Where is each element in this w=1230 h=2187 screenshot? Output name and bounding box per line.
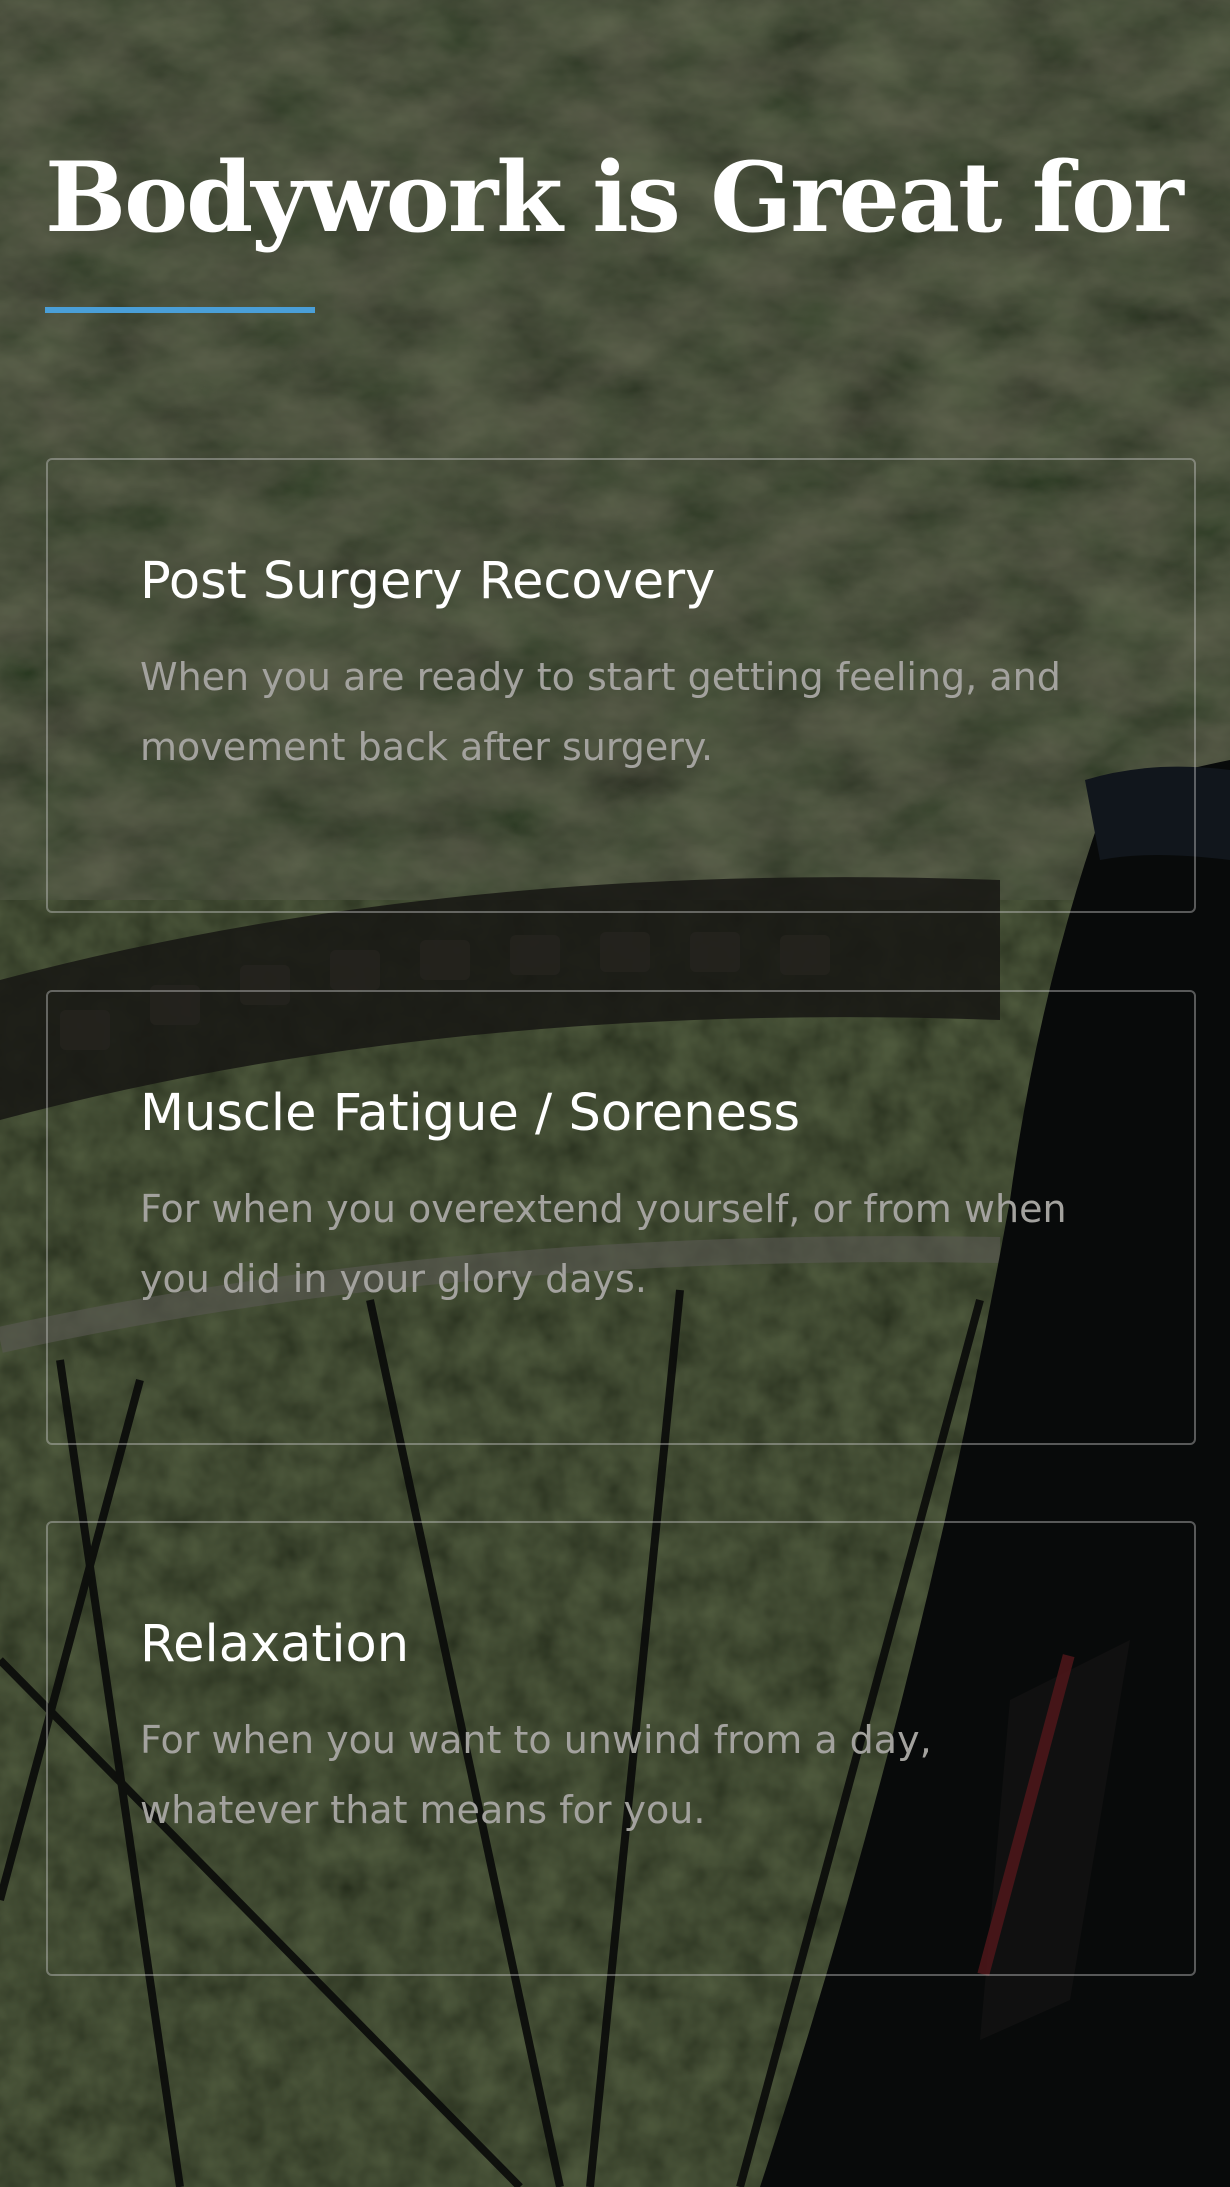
benefit-card-title: Relaxation (140, 1615, 410, 1674)
benefit-card-relaxation: Relaxation For when you want to unwind f… (46, 1521, 1196, 1976)
section-title: Bodywork is Great for (45, 141, 1184, 254)
benefit-card-description: For when you overextend yourself, or fro… (140, 1187, 1067, 1301)
benefit-card-post-surgery: Post Surgery Recovery When you are ready… (46, 458, 1196, 913)
benefit-card-description: When you are ready to start getting feel… (140, 655, 1061, 769)
title-underline (45, 307, 315, 313)
benefit-card-title: Muscle Fatigue / Soreness (140, 1084, 801, 1143)
bodywork-benefits-section: Bodywork is Great for Post Surgery Recov… (0, 0, 1230, 2187)
benefit-card-muscle-fatigue: Muscle Fatigue / Soreness For when you o… (46, 990, 1196, 1445)
benefit-card-description: For when you want to unwind from a day, … (140, 1718, 932, 1832)
benefit-card-title: Post Surgery Recovery (140, 552, 716, 611)
